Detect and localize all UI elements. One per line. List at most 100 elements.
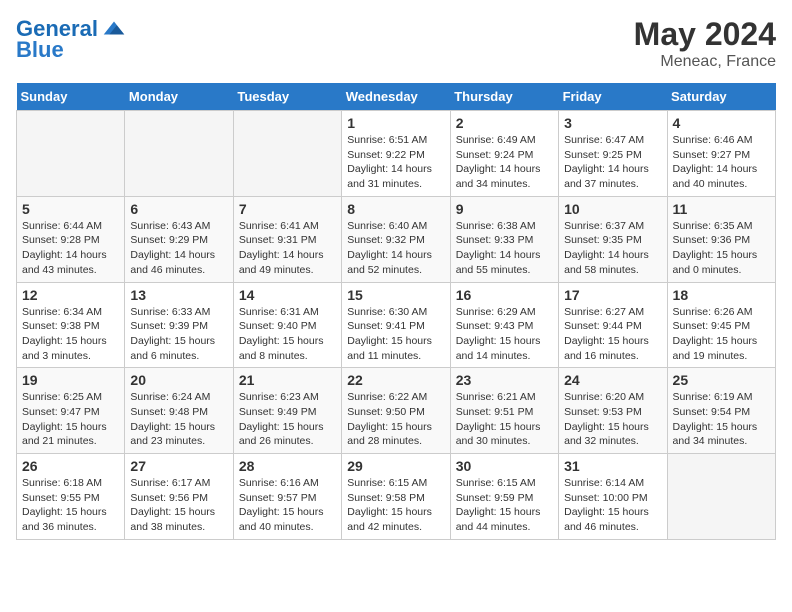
- calendar-cell: [125, 111, 233, 197]
- day-number: 6: [130, 201, 227, 217]
- day-number: 28: [239, 458, 336, 474]
- cell-info: Sunrise: 6:31 AM Sunset: 9:40 PM Dayligh…: [239, 305, 336, 364]
- cell-info: Sunrise: 6:33 AM Sunset: 9:39 PM Dayligh…: [130, 305, 227, 364]
- calendar-cell: 16 Sunrise: 6:29 AM Sunset: 9:43 PM Dayli…: [450, 282, 558, 368]
- day-number: 11: [673, 201, 770, 217]
- calendar-cell: 27 Sunrise: 6:17 AM Sunset: 9:56 PM Dayli…: [125, 454, 233, 540]
- calendar-cell: 9Sunrise: 6:38 AM Sunset: 9:33 PM Daylig…: [450, 196, 558, 282]
- calendar-cell: 5 Sunrise: 6:44 AM Sunset: 9:28 PM Daylig…: [17, 196, 125, 282]
- calendar-table: SundayMondayTuesdayWednesdayThursdayFrid…: [16, 83, 776, 540]
- cell-info: Sunrise: 6:24 AM Sunset: 9:48 PM Dayligh…: [130, 390, 227, 449]
- day-number: 23: [456, 372, 553, 388]
- cell-info: Sunrise: 6:27 AM Sunset: 9:44 PM Dayligh…: [564, 305, 661, 364]
- calendar-cell: 31 Sunrise: 6:14 AM Sunset: 10:00 PM Dayl…: [559, 454, 667, 540]
- day-number: 15: [347, 287, 444, 303]
- day-number: 16: [456, 287, 553, 303]
- calendar-week-row: 19 Sunrise: 6:25 AM Sunset: 9:47 PM Dayli…: [17, 368, 776, 454]
- calendar-week-row: 1 Sunrise: 6:51 AM Sunset: 9:22 PM Daylig…: [17, 111, 776, 197]
- calendar-cell: 20 Sunrise: 6:24 AM Sunset: 9:48 PM Dayli…: [125, 368, 233, 454]
- cell-info: Sunrise: 6:16 AM Sunset: 9:57 PM Dayligh…: [239, 476, 336, 535]
- day-number: 30: [456, 458, 553, 474]
- day-number: 26: [22, 458, 119, 474]
- day-number: 19: [22, 372, 119, 388]
- calendar-cell: 19 Sunrise: 6:25 AM Sunset: 9:47 PM Dayli…: [17, 368, 125, 454]
- calendar-week-row: 5 Sunrise: 6:44 AM Sunset: 9:28 PM Daylig…: [17, 196, 776, 282]
- day-number: 13: [130, 287, 227, 303]
- day-number: 9: [456, 201, 553, 217]
- cell-info: Sunrise: 6:35 AM Sunset: 9:36 PM Dayligh…: [673, 219, 770, 278]
- calendar-cell: 25Sunrise: 6:19 AM Sunset: 9:54 PM Dayli…: [667, 368, 775, 454]
- calendar-cell: 29 Sunrise: 6:15 AM Sunset: 9:58 PM Dayli…: [342, 454, 450, 540]
- calendar-cell: 11 Sunrise: 6:35 AM Sunset: 9:36 PM Dayli…: [667, 196, 775, 282]
- day-number: 12: [22, 287, 119, 303]
- cell-info: Sunrise: 6:34 AM Sunset: 9:38 PM Dayligh…: [22, 305, 119, 364]
- calendar-cell: 13 Sunrise: 6:33 AM Sunset: 9:39 PM Dayli…: [125, 282, 233, 368]
- day-number: 22: [347, 372, 444, 388]
- day-number: 27: [130, 458, 227, 474]
- calendar-cell: [233, 111, 341, 197]
- calendar-cell: 8 Sunrise: 6:40 AM Sunset: 9:32 PM Daylig…: [342, 196, 450, 282]
- calendar-cell: 4Sunrise: 6:46 AM Sunset: 9:27 PM Daylig…: [667, 111, 775, 197]
- cell-info: Sunrise: 6:21 AM Sunset: 9:51 PM Dayligh…: [456, 390, 553, 449]
- cell-info: Sunrise: 6:47 AM Sunset: 9:25 PM Dayligh…: [564, 133, 661, 192]
- cell-info: Sunrise: 6:15 AM Sunset: 9:58 PM Dayligh…: [347, 476, 444, 535]
- cell-info: Sunrise: 6:46 AM Sunset: 9:27 PM Dayligh…: [673, 133, 770, 192]
- cell-info: Sunrise: 6:18 AM Sunset: 9:55 PM Dayligh…: [22, 476, 119, 535]
- month-title: May 2024: [634, 16, 776, 53]
- calendar-cell: 24 Sunrise: 6:20 AM Sunset: 9:53 PM Dayli…: [559, 368, 667, 454]
- day-number: 18: [673, 287, 770, 303]
- cell-info: Sunrise: 6:29 AM Sunset: 9:43 PM Dayligh…: [456, 305, 553, 364]
- cell-info: Sunrise: 6:14 AM Sunset: 10:00 PM Daylig…: [564, 476, 661, 535]
- day-number: 8: [347, 201, 444, 217]
- calendar-cell: 17 Sunrise: 6:27 AM Sunset: 9:44 PM Dayli…: [559, 282, 667, 368]
- calendar-cell: 18 Sunrise: 6:26 AM Sunset: 9:45 PM Dayli…: [667, 282, 775, 368]
- cell-info: Sunrise: 6:15 AM Sunset: 9:59 PM Dayligh…: [456, 476, 553, 535]
- cell-info: Sunrise: 6:17 AM Sunset: 9:56 PM Dayligh…: [130, 476, 227, 535]
- day-of-week-header: Thursday: [450, 83, 558, 111]
- day-number: 5: [22, 201, 119, 217]
- calendar-cell: 2 Sunrise: 6:49 AM Sunset: 9:24 PM Daylig…: [450, 111, 558, 197]
- cell-info: Sunrise: 6:20 AM Sunset: 9:53 PM Dayligh…: [564, 390, 661, 449]
- day-number: 2: [456, 115, 553, 131]
- cell-info: Sunrise: 6:43 AM Sunset: 9:29 PM Dayligh…: [130, 219, 227, 278]
- logo-icon: [100, 14, 128, 42]
- cell-info: Sunrise: 6:44 AM Sunset: 9:28 PM Dayligh…: [22, 219, 119, 278]
- day-of-week-header: Monday: [125, 83, 233, 111]
- calendar-cell: 12 Sunrise: 6:34 AM Sunset: 9:38 PM Dayli…: [17, 282, 125, 368]
- calendar-cell: 1 Sunrise: 6:51 AM Sunset: 9:22 PM Daylig…: [342, 111, 450, 197]
- cell-info: Sunrise: 6:26 AM Sunset: 9:45 PM Dayligh…: [673, 305, 770, 364]
- calendar-cell: 14 Sunrise: 6:31 AM Sunset: 9:40 PM Dayli…: [233, 282, 341, 368]
- cell-info: Sunrise: 6:51 AM Sunset: 9:22 PM Dayligh…: [347, 133, 444, 192]
- day-number: 21: [239, 372, 336, 388]
- title-block: May 2024 Meneac, France: [634, 16, 776, 71]
- cell-info: Sunrise: 6:25 AM Sunset: 9:47 PM Dayligh…: [22, 390, 119, 449]
- day-number: 20: [130, 372, 227, 388]
- logo: General Blue: [16, 16, 128, 62]
- day-number: 17: [564, 287, 661, 303]
- cell-info: Sunrise: 6:23 AM Sunset: 9:49 PM Dayligh…: [239, 390, 336, 449]
- calendar-cell: 15 Sunrise: 6:30 AM Sunset: 9:41 PM Dayli…: [342, 282, 450, 368]
- location-title: Meneac, France: [634, 53, 776, 71]
- calendar-cell: [17, 111, 125, 197]
- day-number: 31: [564, 458, 661, 474]
- day-number: 24: [564, 372, 661, 388]
- cell-info: Sunrise: 6:22 AM Sunset: 9:50 PM Dayligh…: [347, 390, 444, 449]
- calendar-cell: [667, 454, 775, 540]
- day-of-week-header: Saturday: [667, 83, 775, 111]
- day-number: 1: [347, 115, 444, 131]
- cell-info: Sunrise: 6:40 AM Sunset: 9:32 PM Dayligh…: [347, 219, 444, 278]
- logo-text-blue: Blue: [16, 38, 64, 62]
- calendar-week-row: 26 Sunrise: 6:18 AM Sunset: 9:55 PM Dayli…: [17, 454, 776, 540]
- calendar-cell: 21 Sunrise: 6:23 AM Sunset: 9:49 PM Dayli…: [233, 368, 341, 454]
- day-number: 14: [239, 287, 336, 303]
- cell-info: Sunrise: 6:49 AM Sunset: 9:24 PM Dayligh…: [456, 133, 553, 192]
- day-of-week-header: Wednesday: [342, 83, 450, 111]
- day-number: 29: [347, 458, 444, 474]
- calendar-cell: 6 Sunrise: 6:43 AM Sunset: 9:29 PM Daylig…: [125, 196, 233, 282]
- cell-info: Sunrise: 6:30 AM Sunset: 9:41 PM Dayligh…: [347, 305, 444, 364]
- calendar-cell: 10Sunrise: 6:37 AM Sunset: 9:35 PM Dayli…: [559, 196, 667, 282]
- calendar-week-row: 12 Sunrise: 6:34 AM Sunset: 9:38 PM Dayli…: [17, 282, 776, 368]
- cell-info: Sunrise: 6:37 AM Sunset: 9:35 PM Dayligh…: [564, 219, 661, 278]
- page-header: General Blue May 2024 Meneac, France: [16, 16, 776, 71]
- day-number: 7: [239, 201, 336, 217]
